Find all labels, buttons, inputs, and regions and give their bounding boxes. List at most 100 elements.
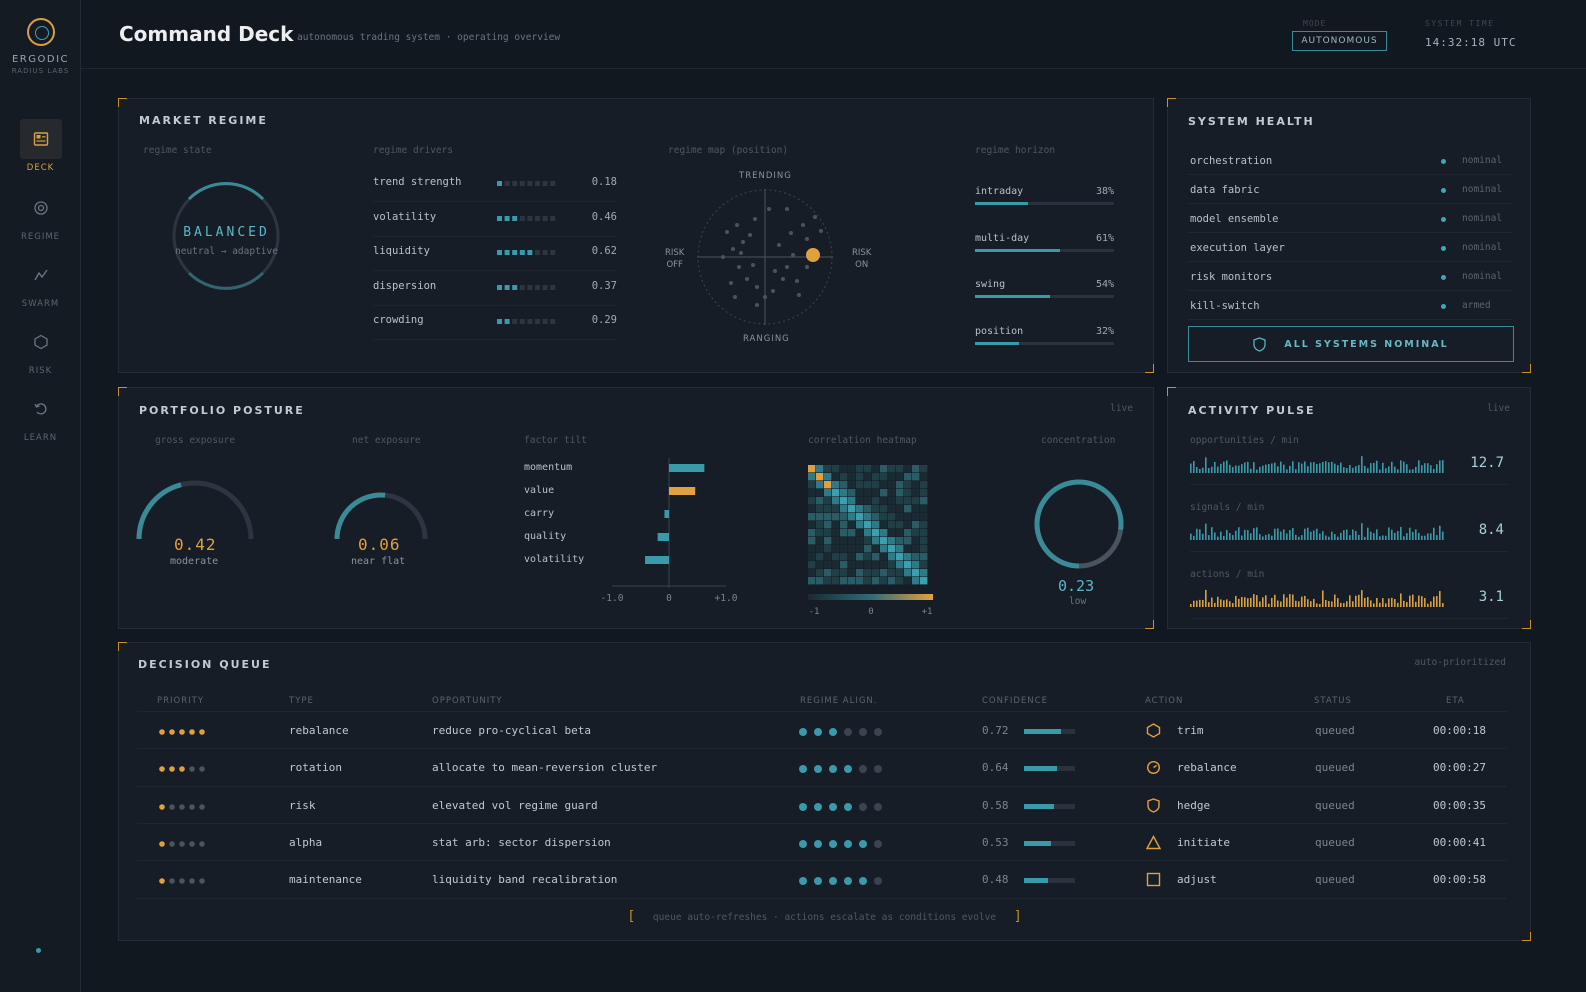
queue-action[interactable]: initiate	[1177, 836, 1230, 849]
pulse-bar	[1199, 468, 1201, 473]
heatmap-cell	[840, 505, 848, 513]
pulse-bar	[1349, 595, 1351, 607]
queue-row[interactable]: maintenance liquidity band recalibration 0…	[137, 860, 1507, 897]
pulse-bar	[1250, 533, 1252, 540]
pulse-bar	[1238, 598, 1240, 607]
pulse-bar	[1211, 527, 1213, 540]
live-indicator: live	[1487, 403, 1510, 414]
pulse-bar	[1325, 535, 1327, 540]
pulse-bar	[1334, 534, 1336, 540]
pulse-bar	[1202, 533, 1204, 540]
driver-level-cell	[535, 250, 540, 255]
queue-opportunity: allocate to mean-reversion cluster	[432, 761, 658, 775]
all-systems-nominal-button[interactable]: ALL SYSTEMS NOMINAL	[1188, 326, 1514, 362]
queue-row[interactable]: alpha stat arb: sector dispersion 0.53 init…	[137, 822, 1507, 860]
align-dot	[859, 728, 867, 736]
queue-row[interactable]: rebalance reduce pro-cyclical beta 0.72 tri…	[137, 711, 1507, 748]
align-dot	[874, 765, 882, 774]
mode-selector[interactable]: AUTONOMOUS	[1292, 31, 1387, 51]
heatmap-cell	[824, 553, 832, 561]
heatmap-cell	[864, 577, 872, 585]
driver-value: 0.62	[591, 245, 617, 257]
map-point	[763, 295, 767, 299]
queue-action[interactable]: trim	[1177, 724, 1204, 737]
heatmap-tick: 0	[868, 607, 873, 617]
pulse-bar	[1220, 463, 1222, 473]
heatmap-cell	[816, 489, 824, 497]
queue-action[interactable]: rebalance	[1177, 761, 1237, 774]
heatmap-cell	[824, 489, 832, 497]
confidence-fill	[1024, 766, 1057, 772]
heatmap-cell	[832, 537, 840, 545]
heatmap-cell	[840, 497, 848, 505]
horizon-fill	[975, 248, 1060, 252]
heatmap-cell	[872, 537, 880, 545]
heatmap-cell	[856, 465, 864, 473]
nav-item-regime[interactable]: REGIME	[0, 188, 81, 242]
queue-row[interactable]: risk elevated vol regime guard 0.58 hedge qu…	[137, 785, 1507, 823]
priority-dot	[179, 878, 185, 884]
driver-level-cell	[550, 250, 556, 255]
factor-bar	[657, 533, 669, 541]
pulse-bar	[1232, 603, 1234, 607]
map-axis-top: TRENDING	[739, 171, 792, 181]
queue-action[interactable]: hedge	[1177, 799, 1210, 812]
pulse-bar	[1424, 535, 1426, 540]
pulse-bar	[1262, 465, 1264, 473]
net-exposure-sub: near flat	[351, 556, 406, 567]
pulse-bar	[1313, 530, 1315, 540]
queue-opportunity: elevated vol regime guard	[432, 798, 598, 812]
nav-item-risk[interactable]: RISK	[0, 322, 81, 376]
pulse-bar	[1241, 464, 1243, 473]
bracket-left: [	[627, 909, 636, 924]
driver-name: liquidity	[373, 245, 430, 257]
nav-item-learn[interactable]: LEARN	[0, 389, 81, 443]
queue-row[interactable]: rotation allocate to mean-reversion clust…	[137, 748, 1507, 785]
pulse-bar	[1397, 531, 1399, 540]
pulse-bar	[1343, 467, 1345, 473]
nav-item-swarm[interactable]: SWARM	[0, 255, 81, 309]
heatmap-cell	[808, 545, 816, 553]
heatmap-cell	[920, 481, 928, 489]
concentration-sub: low	[1069, 596, 1087, 607]
driver-level-cell	[504, 215, 510, 221]
pulse-bar	[1334, 594, 1336, 607]
driver-level-cell	[497, 319, 502, 324]
map-point	[813, 215, 817, 219]
health-status-dot	[1441, 304, 1446, 309]
priority-dot	[179, 841, 185, 847]
confidence-track	[1024, 840, 1075, 846]
horizon-row: multi-day 61%	[975, 233, 1114, 255]
pulse-bar	[1400, 460, 1402, 473]
queue-confidence: 0.72	[982, 724, 1009, 737]
driver-level-cell	[497, 215, 502, 221]
priority-dot	[199, 803, 205, 810]
horizon-name: position	[975, 325, 1024, 337]
align-dot	[859, 839, 867, 848]
horizon-row: position 32%	[975, 326, 1114, 348]
pulse-bar	[1319, 533, 1321, 540]
pulse-bar	[1328, 601, 1330, 607]
heatmap-cell	[832, 561, 840, 569]
heatmap-cell	[880, 577, 888, 585]
pulse-bar	[1226, 460, 1228, 473]
pulse-bar	[1271, 535, 1273, 540]
align-dot	[829, 802, 837, 811]
heatmap-cell	[840, 537, 848, 545]
pulse-bar	[1340, 462, 1342, 473]
heatmap-cell	[888, 553, 896, 561]
pulse-bar	[1283, 464, 1285, 473]
queue-action[interactable]: adjust	[1177, 873, 1217, 886]
heatmap-cell	[888, 481, 896, 489]
confidence-track	[1024, 729, 1075, 734]
pulse-bar	[1325, 461, 1327, 473]
driver-level-cell	[527, 284, 533, 290]
pulse-bar	[1301, 463, 1303, 473]
nav-item-deck[interactable]: DECK	[0, 119, 81, 173]
pulse-bar	[1406, 533, 1408, 540]
priority-dot	[169, 878, 175, 884]
heatmap-cell	[872, 545, 880, 553]
heatmap-cell	[904, 537, 912, 545]
health-row: data fabric nominal	[1188, 175, 1513, 204]
driver-level-cell	[497, 181, 502, 186]
